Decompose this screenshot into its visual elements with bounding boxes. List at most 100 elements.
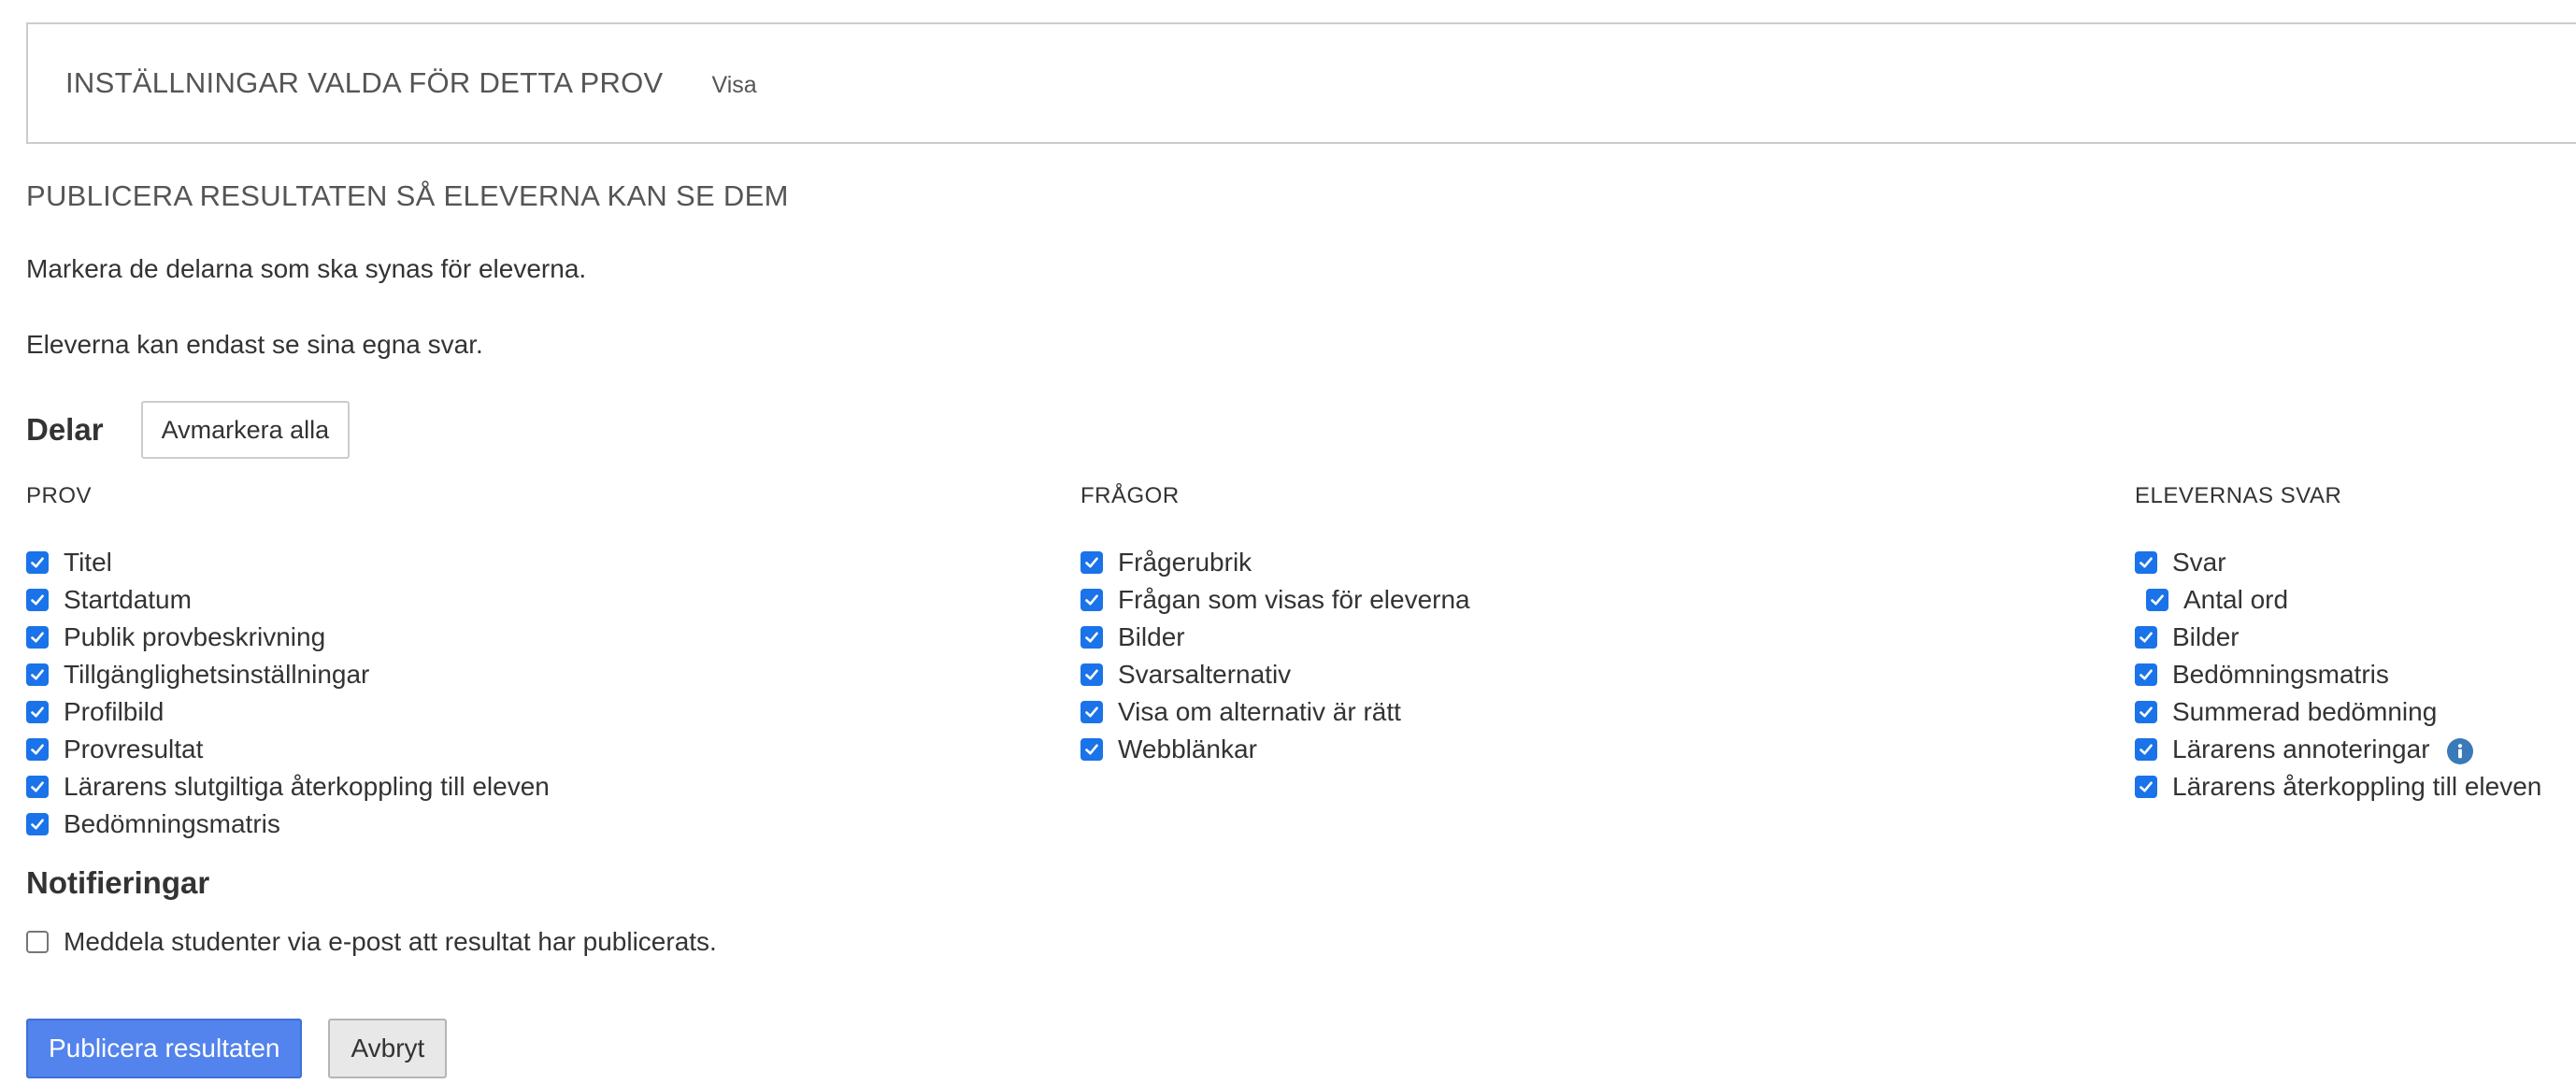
checkbox[interactable] bbox=[26, 589, 49, 611]
checkbox-label: Bilder bbox=[2172, 622, 2240, 651]
checkbox-label: Visa om alternativ är rätt bbox=[1118, 697, 1401, 726]
elevernas-svar-checkbox-list: Svar Antal ord Bilder Bedömningsmatris S… bbox=[2135, 544, 2541, 806]
checkbox-item-startdatum[interactable]: Startdatum bbox=[26, 581, 550, 619]
checkbox-item-publik-provbeskrivning[interactable]: Publik provbeskrivning bbox=[26, 619, 550, 656]
checkbox[interactable] bbox=[2135, 663, 2157, 686]
checkbox-label: Titel bbox=[64, 548, 112, 577]
parts-header: Delar Avmarkera alla bbox=[26, 400, 351, 460]
column-heading-prov: PROV bbox=[26, 483, 93, 508]
checkmark-icon bbox=[1085, 594, 1098, 606]
checkbox[interactable] bbox=[1080, 589, 1103, 611]
checkmark-icon bbox=[2140, 744, 2153, 755]
checkmark-icon bbox=[31, 706, 44, 718]
info-icon[interactable] bbox=[2446, 738, 2473, 764]
checkbox-item-webblankar[interactable]: Webblänkar bbox=[1080, 731, 1470, 768]
prov-checkbox-list: Titel Startdatum Publik provbeskrivning … bbox=[26, 544, 550, 843]
checkmark-icon bbox=[2140, 669, 2153, 680]
notifications-heading: Notifieringar bbox=[26, 865, 210, 900]
checkbox[interactable] bbox=[2135, 551, 2157, 574]
checkmark-icon bbox=[2140, 706, 2153, 718]
checkbox[interactable] bbox=[1080, 701, 1103, 723]
column-fragor: FRÅGOR Frågerubrik Frågan som visas för … bbox=[1080, 482, 1470, 768]
checkbox[interactable] bbox=[1080, 626, 1103, 649]
checkbox-item-antal-ord[interactable]: Antal ord bbox=[2135, 581, 2541, 619]
checkbox-item-profilbild[interactable]: Profilbild bbox=[26, 693, 550, 731]
checkbox-item-summerad-bedomning[interactable]: Summerad bedömning bbox=[2135, 693, 2541, 731]
cancel-button[interactable]: Avbryt bbox=[328, 1019, 448, 1078]
checkbox-label: Startdatum bbox=[64, 585, 192, 614]
checkmark-icon bbox=[2140, 557, 2153, 568]
column-prov: PROV Titel Startdatum Publik provbeskriv… bbox=[26, 482, 550, 843]
checkbox[interactable] bbox=[1080, 663, 1103, 686]
checkbox-item-visa-om-ratt[interactable]: Visa om alternativ är rätt bbox=[1080, 693, 1470, 731]
checkbox[interactable] bbox=[1080, 551, 1103, 574]
email-notification-label: Meddela studenter via e-post att resulta… bbox=[64, 927, 717, 956]
checkbox-item-tillganglighetsinstallningar[interactable]: Tillgänglighetsinställningar bbox=[26, 656, 550, 693]
action-buttons: Publicera resultaten Avbryt bbox=[26, 1019, 448, 1078]
checkbox-item-bedomningsmatris[interactable]: Bedömningsmatris bbox=[26, 806, 550, 843]
checkmark-icon bbox=[1085, 557, 1098, 568]
settings-panel: INSTÄLLNINGAR VALDA FÖR DETTA PROV Visa bbox=[26, 22, 2576, 144]
checkbox-label: Summerad bedömning bbox=[2172, 697, 2438, 726]
checkbox-item-titel[interactable]: Titel bbox=[26, 544, 550, 581]
checkbox[interactable] bbox=[1080, 738, 1103, 761]
checkbox[interactable] bbox=[26, 701, 49, 723]
checkbox-label: Bedömningsmatris bbox=[64, 809, 280, 838]
checkbox-item-lararens-aterkoppling[interactable]: Lärarens återkoppling till eleven bbox=[2135, 768, 2541, 806]
checkbox-label: Lärarens annoteringar bbox=[2172, 735, 2430, 763]
checkmark-icon bbox=[31, 594, 44, 606]
checkmark-icon bbox=[31, 781, 44, 792]
checkbox-label: Lärarens återkoppling till eleven bbox=[2172, 772, 2542, 801]
checkbox-label: Svarsalternativ bbox=[1118, 660, 1292, 689]
checkmark-icon bbox=[31, 744, 44, 755]
checkbox-item-fragerubrik[interactable]: Frågerubrik bbox=[1080, 544, 1470, 581]
column-elevernas-svar: ELEVERNAS SVAR Svar Antal ord Bilder Bed… bbox=[2135, 482, 2541, 806]
checkbox-label: Bilder bbox=[1118, 622, 1185, 651]
instruction-own-answers: Eleverna kan endast se sina egna svar. bbox=[26, 330, 483, 359]
checkbox[interactable] bbox=[2135, 776, 2157, 798]
email-notification-option[interactable]: Meddela studenter via e-post att resulta… bbox=[26, 923, 717, 961]
checkbox-label: Provresultat bbox=[64, 735, 204, 763]
checkbox[interactable] bbox=[26, 813, 49, 835]
checkmark-icon bbox=[1085, 669, 1098, 680]
fragor-checkbox-list: Frågerubrik Frågan som visas för elevern… bbox=[1080, 544, 1470, 768]
checkbox[interactable] bbox=[26, 551, 49, 574]
checkbox[interactable] bbox=[26, 663, 49, 686]
checkbox-item-fragan-som-visas[interactable]: Frågan som visas för eleverna bbox=[1080, 581, 1470, 619]
checkbox[interactable] bbox=[26, 738, 49, 761]
checkmark-icon bbox=[31, 632, 44, 643]
parts-label: Delar bbox=[26, 412, 104, 447]
checkbox-item-svar-bedomningsmatris[interactable]: Bedömningsmatris bbox=[2135, 656, 2541, 693]
checkbox[interactable] bbox=[2135, 701, 2157, 723]
show-settings-toggle[interactable]: Visa bbox=[712, 72, 757, 99]
checkbox-item-provresultat[interactable]: Provresultat bbox=[26, 731, 550, 768]
instruction-select-parts: Markera de delarna som ska synas för ele… bbox=[26, 254, 587, 283]
deselect-all-button[interactable]: Avmarkera alla bbox=[140, 401, 351, 459]
checkbox-label: Lärarens slutgiltiga återkoppling till e… bbox=[64, 772, 550, 801]
checkbox-item-svar[interactable]: Svar bbox=[2135, 544, 2541, 581]
checkbox-item-lararens-annoteringar[interactable]: Lärarens annoteringar bbox=[2135, 731, 2541, 768]
checkbox-label: Profilbild bbox=[64, 697, 165, 726]
checkbox-label: Webblänkar bbox=[1118, 735, 1257, 763]
checkbox[interactable] bbox=[2146, 589, 2168, 611]
checkbox-item-svarsalternativ[interactable]: Svarsalternativ bbox=[1080, 656, 1470, 693]
checkbox-item-svar-bilder[interactable]: Bilder bbox=[2135, 619, 2541, 656]
checkmark-icon bbox=[1085, 632, 1098, 643]
checkbox[interactable] bbox=[26, 776, 49, 798]
checkmark-icon bbox=[31, 669, 44, 680]
publish-results-button[interactable]: Publicera resultaten bbox=[26, 1019, 303, 1078]
checkbox-label: Frågerubrik bbox=[1118, 548, 1252, 577]
checkbox-label: Antal ord bbox=[2183, 585, 2289, 614]
checkbox-item-bilder[interactable]: Bilder bbox=[1080, 619, 1470, 656]
email-notification-checkbox[interactable] bbox=[26, 931, 49, 953]
checkmark-icon bbox=[2140, 632, 2153, 643]
checkbox-item-slutgiltig-aterkoppling[interactable]: Lärarens slutgiltiga återkoppling till e… bbox=[26, 768, 550, 806]
checkmark-icon bbox=[1085, 706, 1098, 718]
checkbox[interactable] bbox=[2135, 626, 2157, 649]
checkbox[interactable] bbox=[2135, 738, 2157, 761]
checkbox-label: Publik provbeskrivning bbox=[64, 622, 326, 651]
checkbox-label: Svar bbox=[2172, 548, 2226, 577]
checkbox[interactable] bbox=[26, 626, 49, 649]
checkmark-icon bbox=[1085, 744, 1098, 755]
checkmark-icon bbox=[2151, 594, 2164, 606]
